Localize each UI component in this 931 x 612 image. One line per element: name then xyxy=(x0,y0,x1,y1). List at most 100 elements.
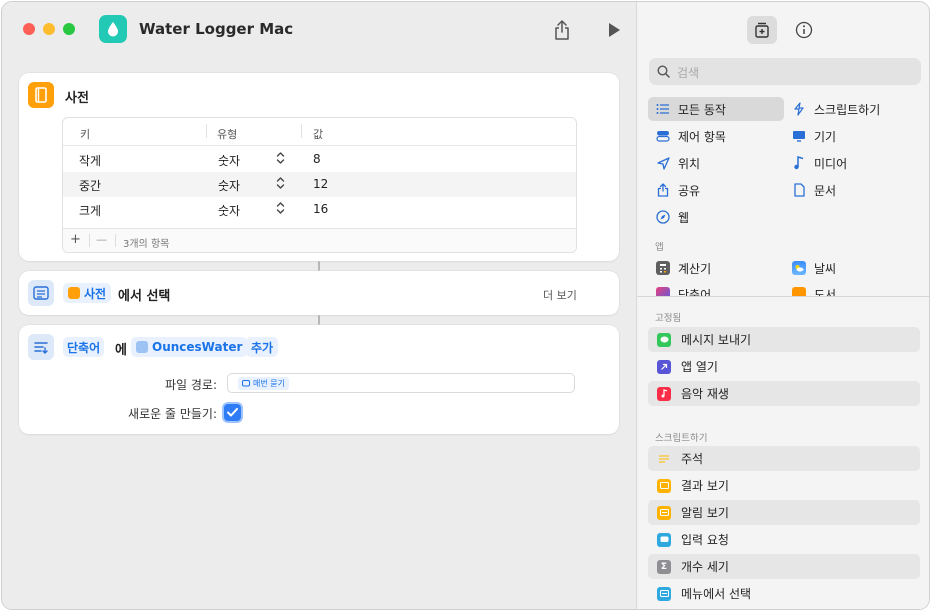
alert-icon xyxy=(657,505,671,520)
action-label: 입력 요청 xyxy=(681,533,729,547)
document-icon xyxy=(792,183,806,197)
category-scripting[interactable]: 스크립트하기 xyxy=(784,97,920,121)
footer-divider xyxy=(115,234,116,247)
choose-from-action[interactable]: 사전 에서 선택 더 보기 xyxy=(19,271,619,315)
type-cell[interactable]: 숫자 xyxy=(218,177,240,194)
action-library-icon[interactable] xyxy=(747,16,777,44)
action-label: 앱 열기 xyxy=(681,360,718,374)
add-mode-token[interactable]: 추가 xyxy=(246,337,279,357)
action-show-alert[interactable]: 알림 보기 xyxy=(648,500,920,525)
category-location[interactable]: 위치 xyxy=(648,151,784,175)
category-documents[interactable]: 문서 xyxy=(784,178,920,202)
category-label: 위치 xyxy=(678,156,701,171)
action-label: 결과 보기 xyxy=(681,479,729,493)
category-controls[interactable]: 제어 항목 xyxy=(648,124,784,148)
category-web[interactable]: 웹 xyxy=(648,205,784,229)
type-cell[interactable]: 숫자 xyxy=(218,152,240,169)
action-label: 개수 세기 xyxy=(681,560,729,574)
key-cell[interactable]: 중간 xyxy=(79,177,101,194)
file-path-field[interactable]: 매번 묻기 xyxy=(227,373,575,393)
category-sharing[interactable]: 공유 xyxy=(648,178,784,202)
key-cell[interactable]: 크게 xyxy=(79,202,101,219)
compass-icon xyxy=(656,210,670,224)
info-icon[interactable] xyxy=(789,16,819,44)
ask-each-time-token[interactable]: 매번 묻기 xyxy=(238,377,289,390)
action-title: 사전 xyxy=(65,91,89,106)
category-label: 스크립트하기 xyxy=(814,102,881,117)
remove-row-button[interactable]: — xyxy=(96,233,107,246)
table-row[interactable]: 작게 숫자 8 xyxy=(63,147,576,172)
ask-input-icon xyxy=(657,532,671,547)
column-header-key: 키 xyxy=(80,128,91,141)
toggle-icon xyxy=(656,129,670,143)
action-label: 메뉴에서 선택 xyxy=(681,587,752,601)
app-books[interactable]: 도서 xyxy=(784,282,920,296)
value-cell[interactable]: 8 xyxy=(313,152,321,166)
count-icon: Σ xyxy=(657,559,671,574)
footer-divider xyxy=(89,234,90,247)
search-icon xyxy=(657,65,670,78)
make-new-line-checkbox[interactable] xyxy=(224,404,241,421)
chevron-up-down-icon[interactable] xyxy=(276,176,285,193)
table-row[interactable]: 중간 숫자 12 xyxy=(63,172,576,197)
minimize-window-button[interactable] xyxy=(43,23,55,35)
column-divider xyxy=(301,124,302,138)
category-media[interactable]: 미디어 xyxy=(784,151,920,175)
file-path-label: 파일 경로: xyxy=(164,378,217,392)
action-comment[interactable]: 주석 xyxy=(648,446,920,471)
menu-icon xyxy=(657,586,671,601)
action-send-message[interactable]: 메시지 보내기 xyxy=(648,327,920,352)
header-divider xyxy=(63,145,576,146)
app-shortcuts[interactable]: 단축어 xyxy=(648,282,784,296)
action-connector xyxy=(318,261,320,271)
token-label: 단축어 xyxy=(67,340,101,355)
ounceswater-token[interactable]: OuncesWater xyxy=(131,337,248,357)
type-cell[interactable]: 숫자 xyxy=(218,202,240,219)
zoom-window-button[interactable] xyxy=(63,23,75,35)
share-icon[interactable] xyxy=(552,19,572,41)
append-to-file-action[interactable]: 단축어 에 OuncesWater 추가 파일 경로: 매번 묻기 새로운 줄 … xyxy=(19,325,619,434)
action-choose-from-menu[interactable]: 메뉴에서 선택 xyxy=(648,581,920,606)
action-play-music[interactable]: 음악 재생 xyxy=(648,381,920,406)
search-input[interactable]: 검색 xyxy=(649,58,921,85)
shortcut-title[interactable]: Water Logger Mac xyxy=(139,20,293,38)
dictionary-variable-token[interactable]: 사전 xyxy=(63,283,112,303)
chevron-up-down-icon[interactable] xyxy=(276,201,285,218)
value-cell[interactable]: 16 xyxy=(313,202,328,216)
books-icon xyxy=(792,287,806,296)
app-weather[interactable]: 날씨 xyxy=(784,256,920,280)
script-icon xyxy=(792,102,806,116)
action-show-result[interactable]: 결과 보기 xyxy=(648,473,920,498)
table-row[interactable]: 크게 숫자 16 xyxy=(63,197,576,222)
show-more-button[interactable]: 더 보기 xyxy=(543,287,577,303)
scripting-section-label: 스크립트하기 xyxy=(655,433,708,444)
app-calculator[interactable]: 계산기 xyxy=(648,256,784,280)
choose-from-list-icon xyxy=(28,280,54,306)
action-ask-for-input[interactable]: 입력 요청 xyxy=(648,527,920,552)
close-window-button[interactable] xyxy=(23,23,35,35)
action-label: 주석 xyxy=(681,452,704,466)
chevron-up-down-icon[interactable] xyxy=(276,151,285,168)
action-open-app[interactable]: 앱 열기 xyxy=(648,354,920,379)
shortcut-file-token[interactable]: 단축어 xyxy=(63,337,105,357)
key-cell[interactable]: 작게 xyxy=(79,152,101,169)
dictionary-action[interactable]: 사전 키 유형 값 작게 숫자 8 중간 숫자 12 크게 숫자 16 + — … xyxy=(19,73,619,261)
item-count: 3개의 항목 xyxy=(123,239,170,250)
shortcuts-icon xyxy=(656,287,670,296)
category-all-actions[interactable]: 모든 동작 xyxy=(648,97,784,121)
value-cell[interactable]: 12 xyxy=(313,177,328,191)
app-label: 날씨 xyxy=(814,261,837,276)
share-icon xyxy=(656,183,670,197)
comment-icon xyxy=(657,452,671,466)
add-row-button[interactable]: + xyxy=(70,232,81,247)
play-icon[interactable] xyxy=(604,19,624,41)
action-count[interactable]: Σ 개수 세기 xyxy=(648,554,920,579)
music-note-icon xyxy=(792,156,806,170)
app-label: 도서 xyxy=(814,287,837,297)
column-divider xyxy=(206,124,207,138)
action-library-sidebar: 검색 모든 동작 스크립트하기 제어 항목 기기 위치 미디어 공유 문서 웹 … xyxy=(636,2,929,609)
search-placeholder: 검색 xyxy=(677,66,700,80)
dictionary-table: 키 유형 값 작게 숫자 8 중간 숫자 12 크게 숫자 16 + — 3개의… xyxy=(62,117,577,253)
action-connector xyxy=(318,315,320,325)
category-device[interactable]: 기기 xyxy=(784,124,920,148)
